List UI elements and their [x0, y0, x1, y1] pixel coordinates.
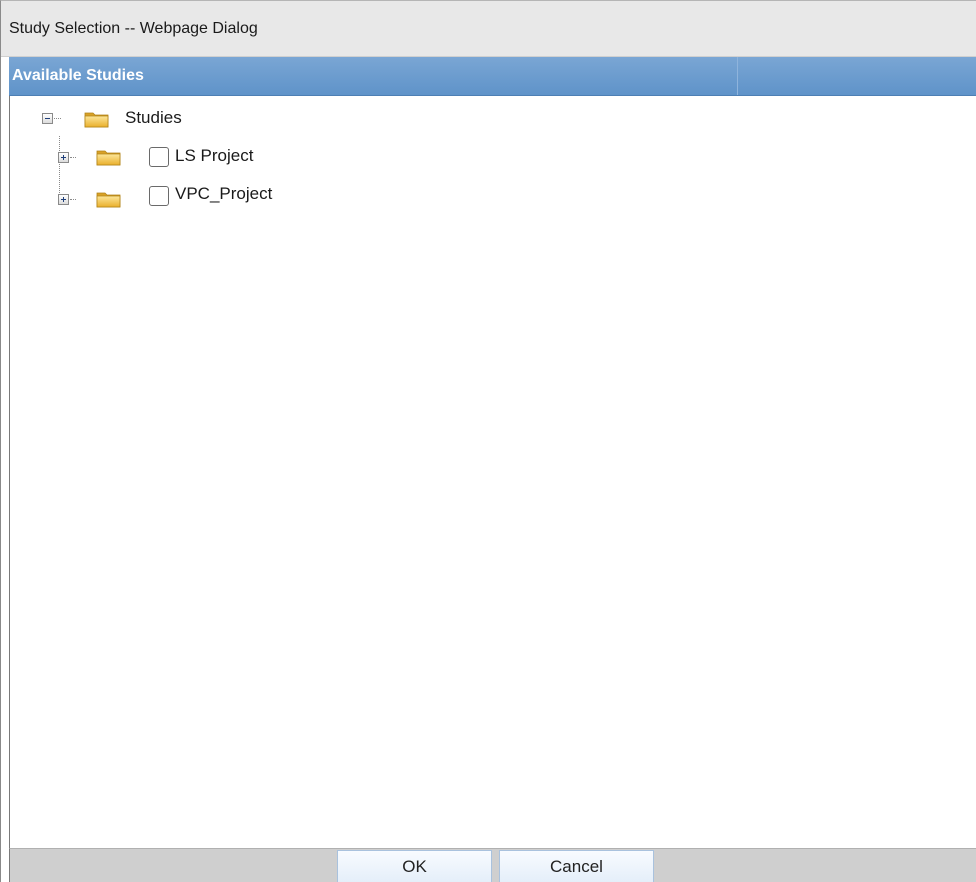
ok-button[interactable]: OK: [337, 850, 492, 882]
tree-connector-line: [59, 136, 60, 199]
title-bar: Study Selection -- Webpage Dialog: [1, 1, 976, 57]
dialog-footer: OK Cancel: [9, 848, 976, 882]
folder-icon: [96, 150, 121, 166]
header-column-divider: [737, 57, 738, 95]
ls-project-checkbox[interactable]: [149, 147, 169, 167]
expand-icon[interactable]: [58, 152, 69, 163]
dialog-title: Study Selection -- Webpage Dialog: [9, 20, 258, 37]
collapse-icon[interactable]: [42, 113, 53, 124]
panel-header-label: Available Studies: [12, 67, 144, 84]
study-selection-dialog: Study Selection -- Webpage Dialog Availa…: [0, 0, 976, 882]
vpc-project-checkbox[interactable]: [149, 186, 169, 206]
folder-icon: [96, 192, 121, 208]
tree-connector-line: [70, 157, 76, 158]
tree-connector-line: [70, 199, 76, 200]
tree-node-label[interactable]: LS Project: [175, 146, 253, 166]
folder-icon: [84, 112, 109, 128]
tree-node-label[interactable]: VPC_Project: [175, 184, 272, 204]
available-studies-header: Available Studies: [9, 57, 976, 96]
cancel-button[interactable]: Cancel: [499, 850, 654, 882]
expand-icon[interactable]: [58, 194, 69, 205]
tree-node-label[interactable]: Studies: [125, 108, 182, 128]
studies-tree: Studies LS Project VPC_Project: [9, 96, 976, 848]
tree-connector-line: [54, 118, 61, 119]
